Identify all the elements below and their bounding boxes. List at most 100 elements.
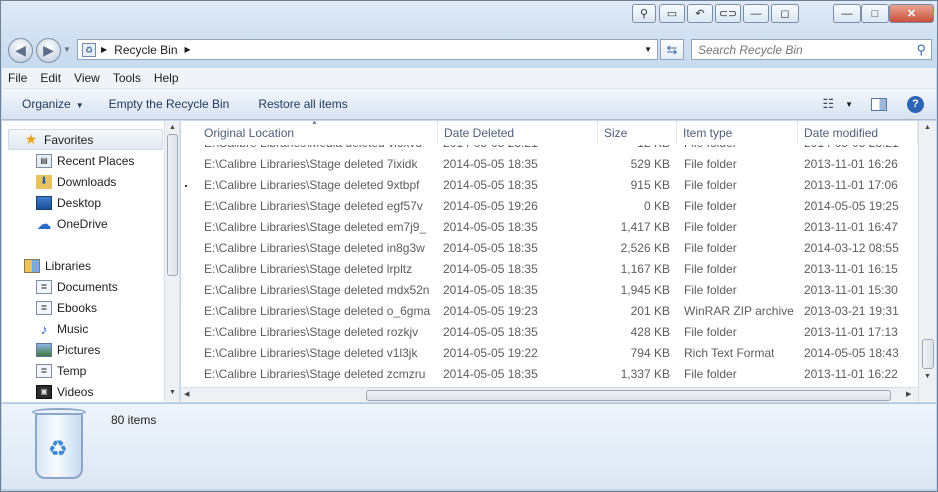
column-date-deleted[interactable]: Date Deleted <box>438 121 598 144</box>
breadcrumb-recycle-bin[interactable]: Recycle Bin <box>114 43 177 57</box>
cell-date-deleted: 2014-05-05 19:23 <box>443 304 538 318</box>
cell-date-modified: 2013-11-01 16:15 <box>804 262 898 276</box>
table-row[interactable]: E:\Calibre Libraries\Stage deleted em7j9… <box>181 217 918 238</box>
scroll-left-icon[interactable]: ◀ <box>184 390 189 398</box>
caption-tool-button-5[interactable]: — <box>743 4 769 23</box>
view-dropdown-icon[interactable]: ▼ <box>845 100 853 109</box>
column-date-modified[interactable]: Date modified <box>798 121 918 144</box>
nav-documents-label: Documents <box>57 279 118 294</box>
refresh-icon: ⇆ <box>666 41 678 57</box>
command-bar: Organize ▼ Empty the Recycle Bin Restore … <box>2 89 936 120</box>
horizontal-scrollbar[interactable]: ◀ ▶ <box>181 387 918 402</box>
nav-scrollbar[interactable]: ▲ ▼ <box>164 121 179 402</box>
cell-item-type: File folder <box>684 367 737 381</box>
nav-onedrive[interactable]: ☁ OneDrive <box>36 213 108 234</box>
recent-pages-dropdown[interactable]: ▼ <box>63 45 71 54</box>
nav-downloads[interactable]: ⬇ Downloads <box>36 171 116 192</box>
menu-view[interactable]: View <box>74 71 100 85</box>
close-button[interactable]: ✕ <box>889 4 934 23</box>
menu-help[interactable]: Help <box>154 71 179 85</box>
column-item-type[interactable]: Item type <box>677 121 798 144</box>
cell-original-location: E:\Calibre Libraries\Stage deleted rozkj… <box>204 325 419 339</box>
scroll-down-icon[interactable]: ▼ <box>169 389 176 396</box>
caption-tool-button-1[interactable]: ⚲ <box>632 4 656 23</box>
view-options-icon[interactable]: ☷ <box>822 96 834 112</box>
restore-all-items-button[interactable]: Restore all items <box>248 97 357 111</box>
nav-videos[interactable]: ▣ Videos <box>36 381 93 402</box>
scroll-right-icon[interactable]: ▶ <box>906 390 911 398</box>
cell-date-deleted: 2014-05-05 19:22 <box>443 346 538 360</box>
empty-recycle-bin-button[interactable]: Empty the Recycle Bin <box>99 97 240 111</box>
table-row[interactable]: E:\Calibre Libraries\Stage deleted 7ixid… <box>181 154 918 175</box>
cell-item-type: File folder <box>684 262 737 276</box>
preview-pane-icon[interactable] <box>871 97 887 111</box>
table-row[interactable]: E:\Calibre Libraries\Stage deleted mdx52… <box>181 280 918 301</box>
caption-tool-button-3[interactable]: ↶ <box>687 4 713 23</box>
cell-date-modified: 2013-11-01 17:06 <box>804 178 898 192</box>
nav-scrollbar-thumb[interactable] <box>167 134 178 276</box>
cell-size: 0 KB <box>643 199 670 213</box>
file-list-scrollbar-thumb[interactable] <box>922 339 934 369</box>
table-row[interactable]: E:\Calibre Libraries\Stage deleted v1l3j… <box>181 343 918 364</box>
back-button[interactable]: ◀ <box>8 38 33 63</box>
scroll-down-icon[interactable]: ▼ <box>924 373 931 380</box>
nav-recent-places[interactable]: ▤ Recent Places <box>36 150 134 171</box>
cell-date-modified: 2014-05-05 19:25 <box>804 199 899 213</box>
cell-item-type: File folder <box>684 199 737 213</box>
nav-temp-label: Temp <box>57 363 87 378</box>
search-input[interactable] <box>692 42 902 57</box>
column-original-location[interactable]: Original Location ▲ <box>198 121 438 144</box>
cell-date-deleted: 2014-05-05 18:35 <box>443 325 538 339</box>
address-dropdown-icon[interactable]: ▼ <box>644 45 652 54</box>
table-row[interactable]: E:\Calibre Libraries\Stage deleted 9xtbp… <box>181 175 918 196</box>
refresh-button[interactable]: ⇆ <box>660 39 684 60</box>
details-pane: ♻ 80 items <box>2 403 936 489</box>
address-bar[interactable]: ♻ ▶ Recycle Bin ▶ ▼ <box>77 39 658 60</box>
column-size[interactable]: Size <box>598 121 677 144</box>
nav-pictures[interactable]: Pictures <box>36 339 100 360</box>
horizontal-scrollbar-thumb[interactable] <box>366 390 891 401</box>
cell-date-deleted: 2014-05-05 18:35 <box>443 178 538 192</box>
cell-original-location: E:\Calibre Libraries\Stage deleted lrplt… <box>204 262 413 276</box>
menu-bar: File Edit View Tools Help <box>2 68 936 89</box>
cell-date-deleted: 2014-05-05 18:35 <box>443 367 538 381</box>
menu-file[interactable]: File <box>8 71 27 85</box>
table-row[interactable]: E:\Calibre Libraries\Stage deleted rozkj… <box>181 322 918 343</box>
cell-item-type: File folder <box>684 220 737 234</box>
minimize-button[interactable]: — <box>833 4 861 23</box>
breadcrumb-separator-icon[interactable]: ▶ <box>185 45 191 54</box>
scroll-up-icon[interactable]: ▲ <box>924 124 931 131</box>
table-row[interactable]: E:\Calibre Libraries\Stage deleted in8g3… <box>181 238 918 259</box>
table-row[interactable]: E:\Calibre Libraries\Stage deleted o_6gm… <box>181 301 918 322</box>
menu-tools[interactable]: Tools <box>113 71 141 85</box>
table-row[interactable]: E:\Calibre Libraries\Stage deleted egf57… <box>181 196 918 217</box>
forward-button[interactable]: ▶ <box>36 38 61 63</box>
cell-date-modified: 2013-11-01 16:22 <box>804 367 898 381</box>
nav-libraries[interactable]: Libraries <box>24 255 91 276</box>
column-item-type-label: Item type <box>683 125 733 140</box>
search-icon[interactable]: ⚲ <box>916 42 926 58</box>
table-row[interactable]: E:\Calibre Libraries\Stage deleted zcmzr… <box>181 364 918 385</box>
maximize-button[interactable]: □ <box>861 4 889 23</box>
caption-tool-button-2[interactable]: ▭ <box>659 4 685 23</box>
cell-date-deleted: 2014-05-05 18:35 <box>443 241 538 255</box>
organize-button[interactable]: Organize ▼ <box>2 97 94 111</box>
caption-tool-button-4[interactable]: ⊂⊃ <box>715 4 741 23</box>
nav-temp[interactable]: ≣ Temp <box>36 360 86 381</box>
nav-favorites[interactable]: ★ Favorites <box>8 129 163 150</box>
file-list-scrollbar[interactable]: ▲ ▼ <box>918 121 936 402</box>
cell-size: 1,337 KB <box>620 367 670 381</box>
cell-size: 2,526 KB <box>620 241 670 255</box>
breadcrumb-separator-icon[interactable]: ▶ <box>101 45 107 54</box>
search-box[interactable]: ⚲ <box>691 39 932 60</box>
nav-music[interactable]: ♪ Music <box>36 318 89 339</box>
nav-desktop[interactable]: Desktop <box>36 192 101 213</box>
cell-item-type: File folder <box>684 241 737 255</box>
caption-tool-button-6[interactable]: ◻ <box>771 4 799 23</box>
menu-edit[interactable]: Edit <box>40 71 61 85</box>
nav-documents[interactable]: ≣ Documents <box>36 276 118 297</box>
help-icon[interactable]: ? <box>907 95 924 113</box>
scroll-up-icon[interactable]: ▲ <box>169 124 176 131</box>
table-row[interactable]: E:\Calibre Libraries\Stage deleted lrplt… <box>181 259 918 280</box>
nav-ebooks[interactable]: ≣ Ebooks <box>36 297 97 318</box>
